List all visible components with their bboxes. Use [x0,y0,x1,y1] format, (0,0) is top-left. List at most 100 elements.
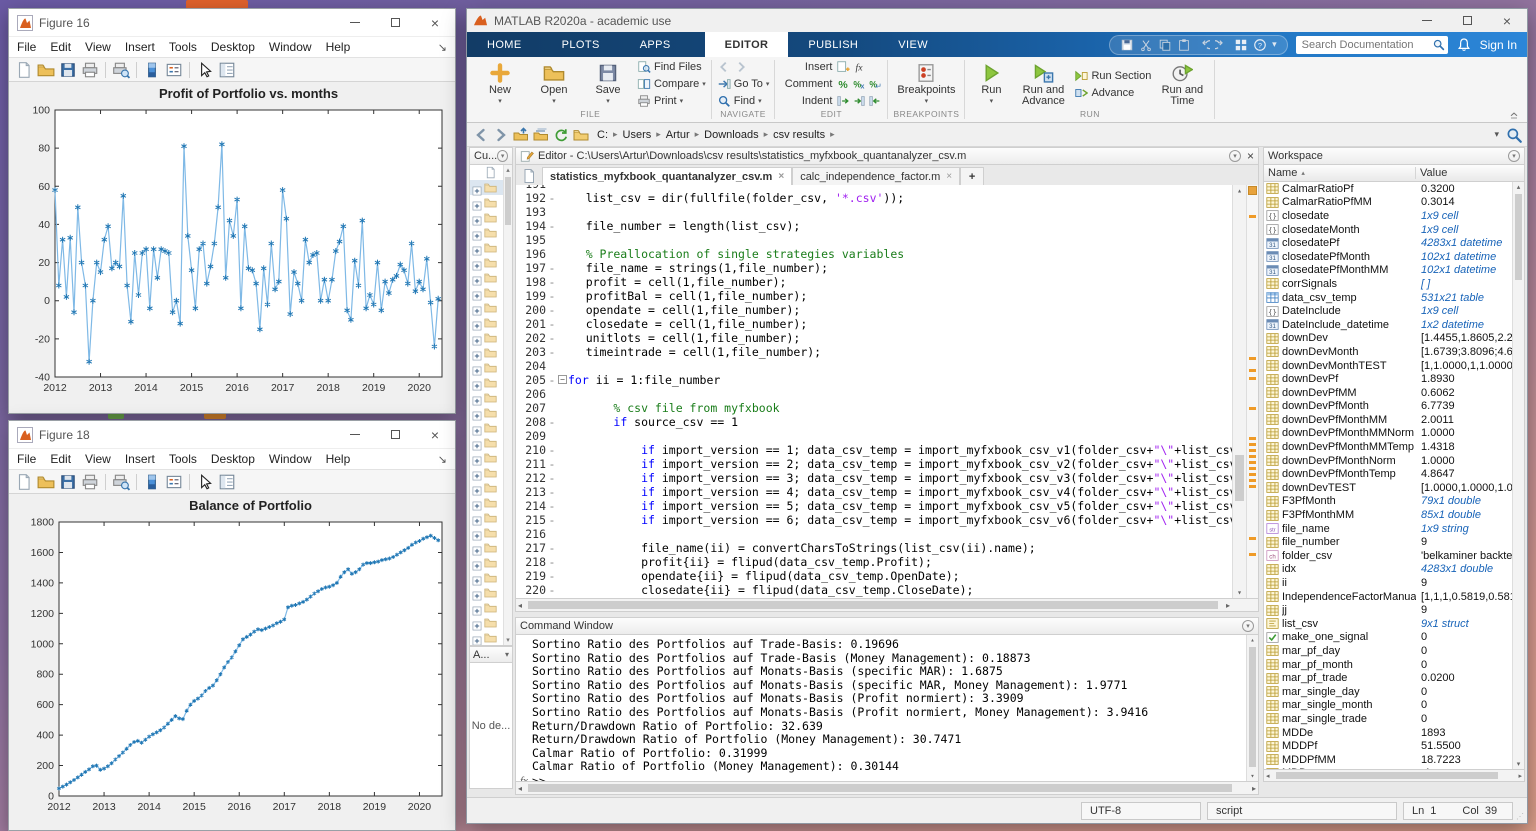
workspace-row[interactable]: corrSignals[ ] [1264,277,1524,291]
workspace-row[interactable]: downDevMonthTEST[1,1.0000,1,1.0000,1.0..… [1264,359,1524,373]
workspace-row[interactable]: F3PfMonth79x1 double [1264,495,1524,509]
go-to-button[interactable]: Go To▾ [717,77,770,92]
scroll-right-icon[interactable]: ▸ [1226,599,1230,611]
analyzer-warning-mark[interactable] [1249,537,1256,540]
paste-icon[interactable] [1177,38,1191,52]
workspace-row[interactable]: mar_single_trade0 [1264,712,1524,726]
tree-scrollbar[interactable]: ▴▾ [503,165,512,645]
workspace-row[interactable]: data_csv_temp531x21 table [1264,291,1524,305]
toolstrip-tab-view[interactable]: VIEW [878,32,948,57]
breakpoint-gutter[interactable] [546,387,558,401]
insert-legend-icon[interactable] [165,473,183,491]
up-one-level-icon[interactable] [513,127,529,143]
menu-item-file[interactable]: File [17,452,36,466]
undo-icon[interactable] [1196,38,1210,52]
resize-grip[interactable]: ⋰ [1516,812,1525,821]
breakpoint-gutter[interactable]: - [546,569,558,583]
workspace-row[interactable]: mar_pf_month0 [1264,658,1524,672]
back-icon[interactable] [717,60,731,74]
menu-item-window[interactable]: Window [269,40,312,54]
redo-icon[interactable] [1215,38,1229,52]
comment-icon[interactable]: % [836,77,850,91]
command-window-header[interactable]: Command Window ▾ [515,617,1259,635]
line-number[interactable]: 200 [516,303,546,317]
breadcrumb-separator-icon[interactable]: ▸ [610,129,621,140]
workspace-row[interactable]: downDev[1.4455,1.8605,2.2421,... [1264,332,1524,346]
analyzer-warning-mark[interactable] [1249,467,1256,470]
expand-icon[interactable] [472,408,482,418]
print-button[interactable]: Print▾ [637,94,706,109]
line-number[interactable]: 216 [516,527,546,541]
help-icon[interactable]: ? [1253,38,1267,52]
line-number[interactable]: 206 [516,387,546,401]
workspace-row[interactable]: chfolder_csv'belkaminer backtest' [1264,549,1524,563]
menu-item-desktop[interactable]: Desktop [211,452,255,466]
panel-menu-icon[interactable]: ▾ [1508,150,1520,162]
panel-menu-icon[interactable]: ▾ [497,150,508,162]
figure16-titlebar[interactable]: Figure 16 × [9,9,455,36]
scroll-up-icon[interactable]: ▴ [1233,186,1246,195]
analyzer-summary-icon[interactable] [1248,186,1257,195]
breakpoint-gutter[interactable]: - [546,275,558,289]
menu-item-insert[interactable]: Insert [125,452,155,466]
expand-icon[interactable] [472,603,482,613]
expand-icon[interactable] [472,243,482,253]
code-analyzer-strip[interactable] [1246,185,1258,598]
expand-icon[interactable] [472,423,482,433]
breakpoint-gutter[interactable] [546,359,558,373]
breakpoint-gutter[interactable]: - [546,457,558,471]
minimize-button[interactable] [335,421,375,448]
breakpoint-gutter[interactable]: - [546,499,558,513]
breadcrumb-item-c-[interactable]: C: [595,129,610,141]
indent-right-icon[interactable] [852,94,866,108]
scroll-down-icon[interactable]: ▾ [1513,760,1524,768]
menu-item-file[interactable]: File [17,40,36,54]
workspace-row[interactable]: downDevMonth[1.6739;3.8096;4.6525;... [1264,345,1524,359]
editor-tab[interactable]: calc_independence_factor.m× [792,167,960,185]
print-figure-icon[interactable] [81,473,99,491]
expand-icon[interactable] [472,438,482,448]
save-icon[interactable] [1120,38,1134,52]
analyzer-warning-mark[interactable] [1249,449,1256,452]
workspace-row[interactable]: file_number9 [1264,535,1524,549]
analyzer-warning-mark[interactable] [1249,407,1256,410]
line-number[interactable]: 208 [516,415,546,429]
expand-icon[interactable] [472,258,482,268]
command-horizontal-scrollbar[interactable]: ◂ ▸ [515,782,1259,795]
expand-icon[interactable] [472,303,482,313]
save-figure-icon[interactable] [59,61,77,79]
workspace-row[interactable]: CalmarRatioPf0.3200 [1264,182,1524,196]
line-number[interactable]: 212 [516,471,546,485]
menu-item-edit[interactable]: Edit [50,40,71,54]
expand-icon[interactable] [472,273,482,283]
workspace-row[interactable]: 31closedatePfMonth102x1 datetime [1264,250,1524,264]
menu-item-edit[interactable]: Edit [50,452,71,466]
workspace-row[interactable]: strfile_name1x9 string [1264,522,1524,536]
expand-icon[interactable] [472,468,482,478]
minimize-button[interactable] [335,9,375,36]
line-number[interactable]: 217 [516,541,546,555]
line-number[interactable]: 194 [516,219,546,233]
workspace-row[interactable]: downDevPfMonthMMTemp1.4318 [1264,440,1524,454]
line-number[interactable]: 220 [516,583,546,597]
line-number[interactable]: 193 [516,205,546,219]
workspace-row[interactable]: downDevPfMonthMMNorm1.0000 [1264,427,1524,441]
line-number[interactable]: 192 [516,191,546,205]
insert-colorbar-icon[interactable] [143,473,161,491]
panel-menu-icon[interactable]: ▾ [1242,620,1254,632]
notifications-bell-icon[interactable] [1456,37,1472,53]
new-figure-icon[interactable] [15,473,33,491]
copy-icon[interactable] [1158,38,1172,52]
workspace-row[interactable]: mar_pf_trade0.0200 [1264,671,1524,685]
run-and-advance-button[interactable]: Run and Advance [1016,62,1070,107]
scroll-down-icon[interactable]: ▾ [1233,588,1246,597]
analyzer-warning-mark[interactable] [1249,479,1256,482]
breadcrumb-item-users[interactable]: Users [621,129,654,141]
breakpoint-gutter[interactable] [546,527,558,541]
indent-left-icon[interactable] [868,94,882,108]
workspace-row[interactable]: downDevPf1.8930 [1264,372,1524,386]
analyzer-warning-mark[interactable] [1249,553,1256,556]
scroll-left-icon[interactable]: ◂ [518,782,522,794]
save-figure-icon[interactable] [59,473,77,491]
workspace-row[interactable]: downDevPfMonthMM2.0011 [1264,413,1524,427]
